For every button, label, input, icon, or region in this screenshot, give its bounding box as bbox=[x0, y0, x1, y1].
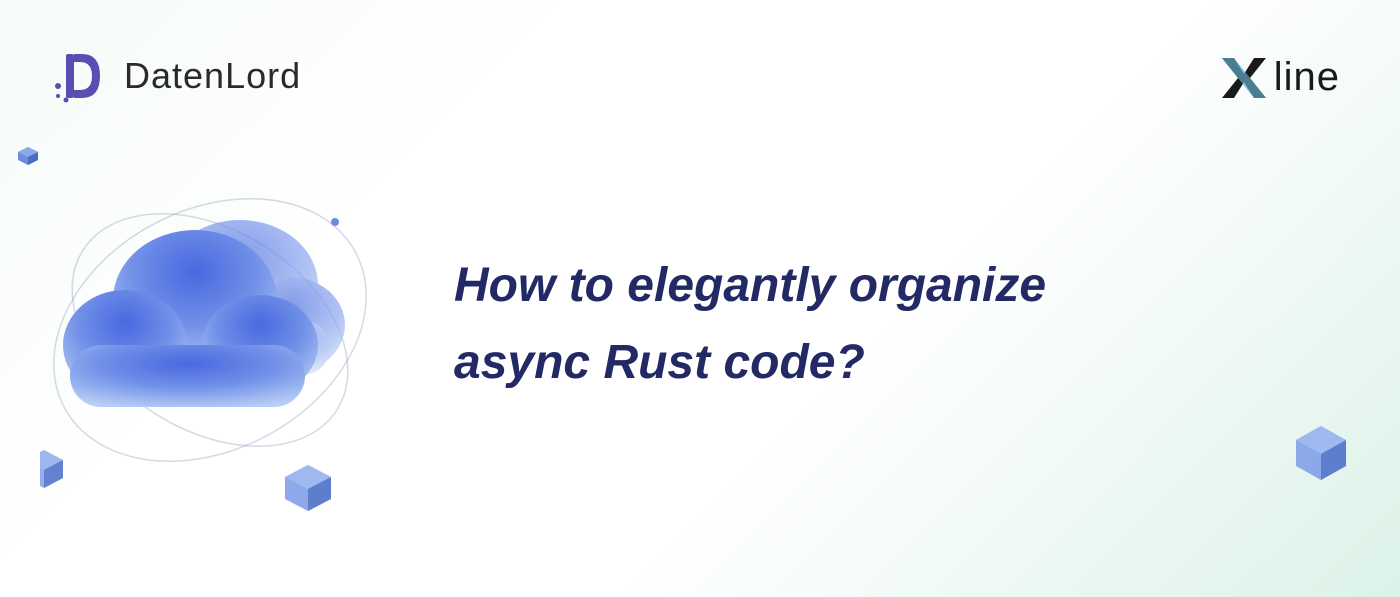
decorative-cube-icon bbox=[18, 147, 38, 165]
datenlord-logo: DatenLord bbox=[52, 48, 301, 104]
xline-x-icon bbox=[1220, 56, 1268, 100]
datenlord-icon bbox=[52, 48, 108, 104]
cloud-illustration bbox=[40, 170, 400, 550]
heading-line-1: How to elegantly organize bbox=[454, 259, 1046, 312]
page-title: How to elegantly organize async Rust cod… bbox=[454, 248, 1046, 402]
decorative-cube-icon bbox=[1290, 422, 1352, 484]
heading-line-2: async Rust code? bbox=[454, 336, 865, 389]
xline-logo: line bbox=[1220, 55, 1340, 100]
xline-text: line bbox=[1274, 55, 1340, 100]
datenlord-text: DatenLord bbox=[124, 55, 301, 97]
